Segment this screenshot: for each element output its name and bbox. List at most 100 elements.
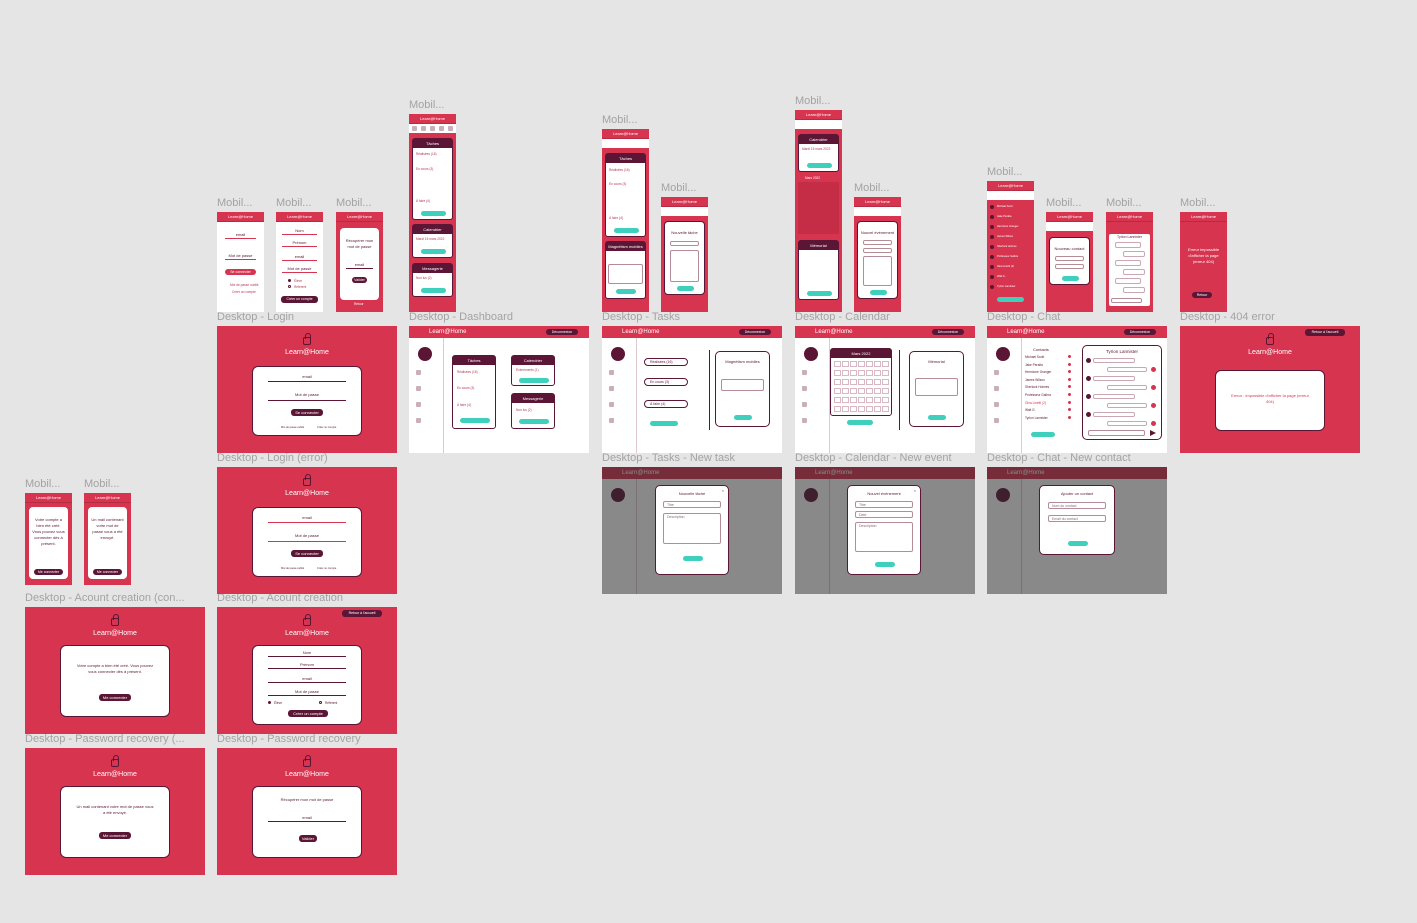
new-task-button[interactable] xyxy=(650,421,678,426)
frame-label-desktop-404[interactable]: Desktop - 404 error xyxy=(1180,311,1275,323)
sidebar-calendar-icon[interactable] xyxy=(416,402,421,407)
add-event-button[interactable] xyxy=(870,290,887,295)
calendar-day[interactable] xyxy=(834,388,841,394)
chat-icon[interactable] xyxy=(439,126,444,131)
calendar-day[interactable] xyxy=(850,397,857,403)
email-line[interactable] xyxy=(268,682,346,683)
frame-label-mobile-tasks[interactable]: Mobil... xyxy=(602,114,637,126)
new-task-button[interactable] xyxy=(421,211,446,216)
calendar-day[interactable] xyxy=(874,379,881,385)
frame-label-desktop-chat-new[interactable]: Desktop - Chat - New contact xyxy=(987,452,1131,464)
sidebar-dashboard-icon[interactable] xyxy=(609,370,614,375)
user-avatar[interactable] xyxy=(996,347,1010,361)
sidebar-tasks-icon[interactable] xyxy=(994,386,999,391)
message-input[interactable] xyxy=(1088,430,1145,436)
user-avatar[interactable] xyxy=(804,347,818,361)
add-event-button[interactable] xyxy=(875,562,895,567)
contact-email-input[interactable] xyxy=(1055,264,1084,269)
login-button[interactable]: Me connecter xyxy=(34,569,63,575)
frame-label-mobile-dashboard[interactable]: Mobil... xyxy=(409,99,444,111)
save-task-button[interactable] xyxy=(734,415,752,420)
frame-label-desktop-calendar[interactable]: Desktop - Calendar xyxy=(795,311,890,323)
frame-label-mobile-new-event[interactable]: Mobil... xyxy=(854,182,889,194)
password-line[interactable] xyxy=(268,400,346,401)
back-link[interactable]: Retour xyxy=(354,302,364,306)
calendar-day[interactable] xyxy=(842,406,849,412)
new-event-button[interactable] xyxy=(519,378,549,383)
filter-todo-dropdown[interactable]: À faire (4) xyxy=(644,400,688,408)
referent-radio[interactable] xyxy=(319,701,322,704)
calendar-day[interactable] xyxy=(874,361,881,367)
close-icon[interactable]: × xyxy=(722,489,724,493)
tasks-filter-ongoing[interactable]: En cours (3) xyxy=(609,182,626,186)
frame-label-desktop-tasks-new[interactable]: Desktop - Tasks - New task xyxy=(602,452,735,464)
logout-button[interactable]: Déconnexion xyxy=(932,329,964,335)
contact-item[interactable]: Hermione Granger xyxy=(997,225,1018,228)
tasks-icon[interactable] xyxy=(421,126,426,131)
calendar-day[interactable] xyxy=(834,397,841,403)
new-task-button[interactable] xyxy=(460,418,490,423)
task-item-ongoing[interactable]: En cours (3) xyxy=(416,167,433,171)
password-line[interactable] xyxy=(225,259,256,260)
task-item-todo[interactable]: À faire (4) xyxy=(416,199,430,203)
task-desc-input[interactable]: Description xyxy=(663,513,721,544)
contact-item[interactable]: Gina Linetti (2) xyxy=(1025,400,1075,407)
sidebar-calendar-icon[interactable] xyxy=(994,402,999,407)
filter-ongoing-dropdown[interactable]: En cours (3) xyxy=(644,378,688,386)
sidebar-chat-icon[interactable] xyxy=(416,418,421,423)
contact-item[interactable]: Professeur Galbra xyxy=(1025,393,1075,399)
calendar-day[interactable] xyxy=(882,406,889,412)
contact-item[interactable]: Michael Scott xyxy=(997,205,1013,208)
event-title-input[interactable]: Titre xyxy=(855,501,913,508)
calendar-day[interactable] xyxy=(866,397,873,403)
calendar-day[interactable] xyxy=(842,388,849,394)
open-chat-button[interactable] xyxy=(519,419,549,424)
tasks-filter-done[interactable]: Réalisées (16) xyxy=(609,168,630,172)
create-account-button[interactable]: Créer un compte xyxy=(288,710,328,717)
calendar-day[interactable] xyxy=(842,397,849,403)
prenom-line[interactable] xyxy=(268,668,346,669)
task-description[interactable] xyxy=(721,379,764,391)
calendar-day[interactable] xyxy=(842,379,849,385)
calendar-day[interactable] xyxy=(882,361,889,367)
frame-label-mobile-chat[interactable]: Mobil... xyxy=(987,166,1022,178)
message-input[interactable] xyxy=(1111,298,1142,303)
sidebar-dashboard-icon[interactable] xyxy=(994,370,999,375)
create-account-button[interactable]: Créer un compte xyxy=(281,296,318,303)
contact-item[interactable]: Walt G. xyxy=(997,275,1006,278)
contact-item[interactable]: Tyrion Lannister xyxy=(1025,415,1075,422)
frame-label-mobile-404[interactable]: Mobil... xyxy=(1180,197,1215,209)
calendar-day[interactable] xyxy=(858,361,865,367)
tasks-filter-todo[interactable]: À faire (4) xyxy=(609,216,623,220)
calendar-day[interactable] xyxy=(842,361,849,367)
events-count[interactable]: Événements (1) xyxy=(516,368,539,372)
event-desc-input[interactable] xyxy=(863,256,892,286)
calendar-day[interactable] xyxy=(842,370,849,376)
email-line[interactable] xyxy=(346,268,373,269)
contact-name-input[interactable] xyxy=(1055,256,1084,261)
calendar-day[interactable] xyxy=(834,361,841,367)
contact-item[interactable]: Tyrion Lannister xyxy=(997,285,1015,288)
password-line[interactable] xyxy=(268,695,346,696)
user-avatar[interactable] xyxy=(418,347,432,361)
forgot-link[interactable]: Mot de passe oublié xyxy=(230,283,259,287)
frame-label-desktop-login-error[interactable]: Desktop - Login (error) xyxy=(217,452,328,464)
connect-button[interactable]: Se connecter xyxy=(225,269,256,275)
event-date-input[interactable] xyxy=(863,248,892,253)
contact-item[interactable]: Professeur Galbra xyxy=(997,255,1018,258)
connect-button[interactable]: Se connecter xyxy=(291,409,323,416)
password-line[interactable] xyxy=(282,272,317,273)
event-date-select[interactable]: Date xyxy=(855,511,913,518)
task-item-done[interactable]: Réalisées (16) xyxy=(416,152,437,156)
calendar-day[interactable] xyxy=(834,370,841,376)
task-title-input[interactable] xyxy=(670,241,699,246)
forgot-link[interactable]: Mot de passe oublié xyxy=(281,426,304,429)
calendar-day[interactable] xyxy=(866,370,873,376)
email-line[interactable] xyxy=(268,381,346,382)
sidebar-dashboard-icon[interactable] xyxy=(802,370,807,375)
calendar-day[interactable] xyxy=(858,379,865,385)
contact-item[interactable]: James Wilson xyxy=(1025,377,1075,384)
open-chat-button[interactable] xyxy=(421,288,446,293)
sidebar-dashboard-icon[interactable] xyxy=(416,370,421,375)
calendar-day[interactable] xyxy=(874,388,881,394)
